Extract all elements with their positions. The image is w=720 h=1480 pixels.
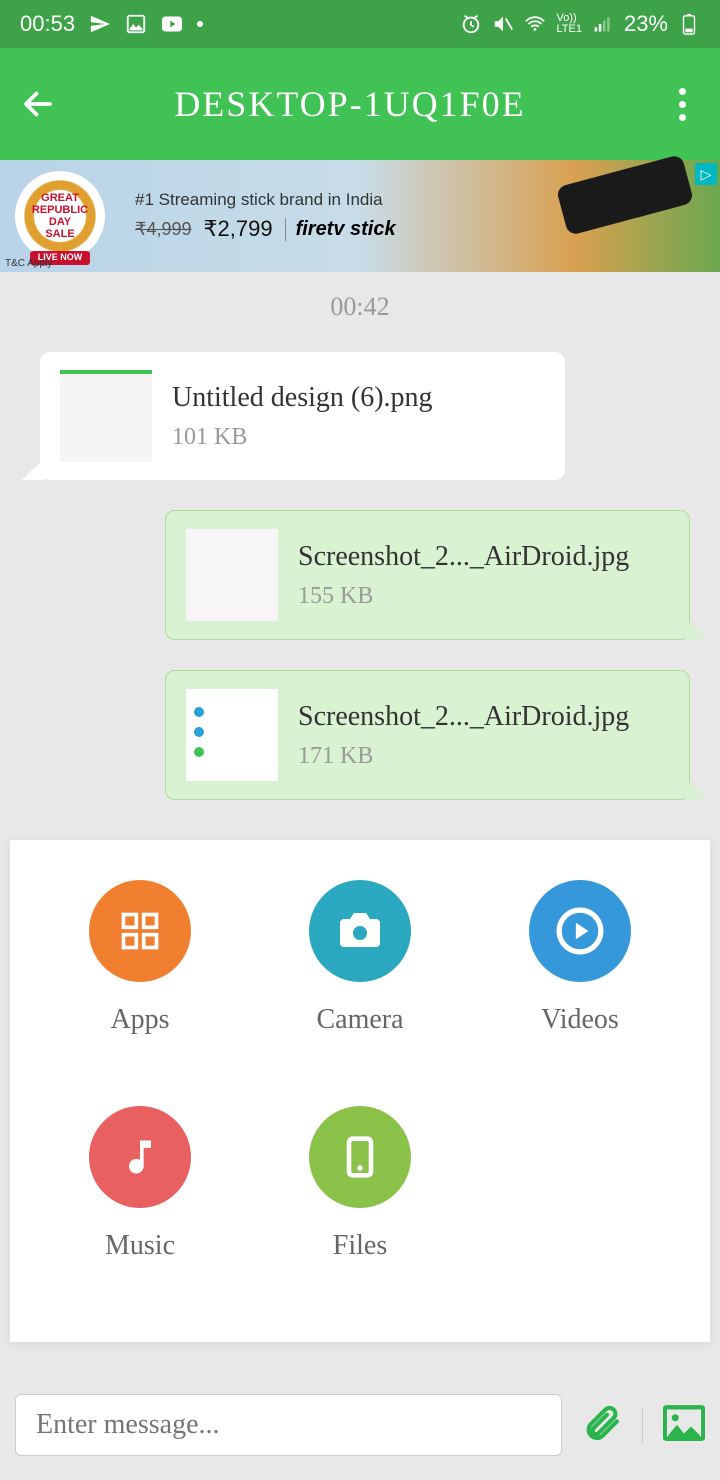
files-icon (309, 1106, 411, 1208)
message-incoming[interactable]: Untitled design (6).png 101 KB (40, 352, 565, 480)
camera-icon (309, 880, 411, 982)
image-icon (125, 13, 147, 35)
ad-banner[interactable]: GREAT REPUBLIC DAY SALE #1 Streaming sti… (0, 160, 720, 272)
file-size: 101 KB (172, 424, 545, 451)
message-outgoing[interactable]: Screenshot_2..._AirDroid.jpg 171 KB (165, 670, 690, 800)
menu-button[interactable] (664, 88, 700, 121)
attach-label: Videos (541, 1004, 619, 1036)
file-thumbnail (186, 689, 278, 781)
attach-label: Apps (110, 1004, 169, 1036)
gallery-button[interactable] (663, 1405, 705, 1446)
alarm-icon (460, 13, 482, 35)
signal-icon (592, 13, 614, 35)
input-bar (15, 1390, 705, 1460)
attach-camera[interactable]: Camera (260, 880, 460, 1076)
ad-headline: #1 Streaming stick brand in India (135, 190, 396, 210)
attach-videos[interactable]: Videos (480, 880, 680, 1076)
status-bar: 00:53 Vo))LTE1 23% (0, 0, 720, 48)
battery-percent: 23% (624, 11, 668, 37)
attach-label: Files (333, 1230, 387, 1262)
videos-icon (529, 880, 631, 982)
file-name: Untitled design (6).png (172, 382, 545, 414)
ad-close-icon[interactable]: ▷ (695, 163, 717, 185)
divider (642, 1407, 643, 1443)
file-name: Screenshot_2..._AirDroid.jpg (298, 701, 669, 733)
message-input[interactable] (15, 1394, 562, 1456)
mute-icon (492, 13, 514, 35)
ad-price-old: ₹4,999 (135, 219, 192, 240)
app-bar: DESKTOP-1UQ1F0E (0, 48, 720, 160)
network-label: Vo))LTE1 (556, 13, 581, 35)
attach-label: Music (105, 1230, 175, 1262)
page-title: DESKTOP-1UQ1F0E (36, 83, 664, 125)
attach-music[interactable]: Music (40, 1106, 240, 1302)
message-outgoing[interactable]: Screenshot_2..._AirDroid.jpg 155 KB (165, 510, 690, 640)
attach-files[interactable]: Files (260, 1106, 460, 1302)
file-size: 155 KB (298, 583, 669, 610)
music-icon (89, 1106, 191, 1208)
wifi-icon (524, 13, 546, 35)
attach-label: Camera (316, 1004, 403, 1036)
file-thumbnail (60, 370, 152, 462)
attachment-panel: Apps Camera Videos Music Files (10, 840, 710, 1342)
file-thumbnail (186, 529, 278, 621)
ad-product-image (556, 154, 695, 236)
ad-sale-badge: GREAT REPUBLIC DAY SALE (15, 171, 105, 261)
ad-terms: T&C Apply (5, 258, 52, 269)
attach-apps[interactable]: Apps (40, 880, 240, 1076)
ad-brand: firetv stick (285, 218, 396, 241)
ad-price-new: ₹2,799 (204, 216, 273, 242)
chat-area: 00:42 Untitled design (6).png 101 KB Scr… (0, 272, 720, 850)
send-icon (89, 13, 111, 35)
battery-icon (678, 13, 700, 35)
apps-icon (89, 880, 191, 982)
file-size: 171 KB (298, 743, 669, 770)
file-name: Screenshot_2..._AirDroid.jpg (298, 541, 669, 573)
status-time: 00:53 (20, 11, 75, 37)
attach-button[interactable] (582, 1403, 622, 1448)
youtube-icon (161, 13, 183, 35)
dot-icon (197, 21, 203, 27)
chat-timestamp: 00:42 (15, 292, 705, 322)
